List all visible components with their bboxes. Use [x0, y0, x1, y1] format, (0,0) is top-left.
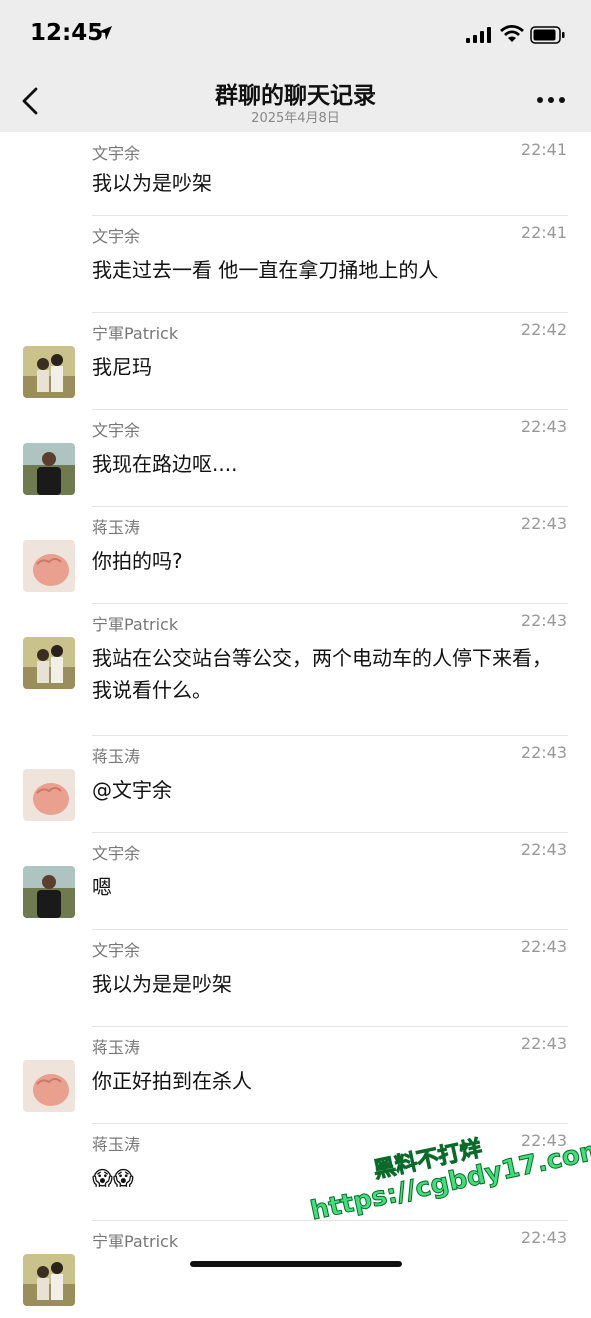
- sender-name: 文宇余: [92, 144, 141, 163]
- chat-message[interactable]: 宁軍Patrick 22:42 我尼玛: [0, 313, 591, 410]
- message-text: 你拍的吗?: [92, 549, 183, 573]
- message-text: 你正好拍到在杀人: [92, 1069, 252, 1093]
- message-time: 22:41: [520, 140, 567, 159]
- message-time: 22:43: [520, 840, 567, 859]
- message-text: 我走过去一看 他一直在拿刀捅地上的人: [92, 258, 439, 282]
- message-text: 我现在路边呕....: [92, 452, 238, 476]
- message-time: 22:43: [520, 743, 567, 762]
- message-time: 22:43: [520, 1228, 567, 1247]
- sender-name: 文宇余: [92, 421, 141, 440]
- chat-message[interactable]: 文宇余 22:41 我以为是吵架: [0, 132, 591, 216]
- location-arrow-icon: [98, 26, 112, 40]
- sender-name: 蒋玉涛: [92, 1038, 141, 1057]
- sender-name: 宁軍Patrick: [92, 1232, 179, 1251]
- chat-message[interactable]: 蒋玉涛 22:43 @文宇余: [0, 736, 591, 833]
- sender-name: 文宇余: [92, 941, 141, 960]
- avatar-couple-photo[interactable]: [23, 346, 75, 398]
- message-text: 我以为是是吵架: [92, 972, 232, 996]
- chat-message[interactable]: 文宇余 22:43 我以为是是吵架: [0, 930, 591, 1027]
- avatar-couple-photo[interactable]: [23, 637, 75, 689]
- chat-message[interactable]: 文宇余 22:43 嗯: [0, 833, 591, 930]
- message-text: @文宇余: [92, 778, 172, 802]
- chat-message[interactable]: 文宇余 22:43 我现在路边呕....: [0, 410, 591, 507]
- sender-name: 蒋玉涛: [92, 747, 141, 766]
- home-indicator[interactable]: [190, 1261, 402, 1267]
- sender-name: 宁軍Patrick: [92, 615, 179, 634]
- sender-name: 文宇余: [92, 227, 141, 246]
- sender-name: 宁軍Patrick: [92, 324, 179, 343]
- message-text: 我以为是吵架: [92, 171, 212, 195]
- sender-name: 蒋玉涛: [92, 1135, 141, 1154]
- cellular-signal-icon: [466, 27, 491, 43]
- chat-message[interactable]: 宁軍Patrick 22:43 我站在公交站台等公交，两个电动车的人停下来看，我…: [0, 604, 591, 736]
- sender-name: 蒋玉涛: [92, 518, 141, 537]
- chat-message[interactable]: 宁軍Patrick 22:43: [0, 1221, 591, 1318]
- page-subtitle-date: 2025年4月8日: [251, 111, 340, 126]
- message-time: 22:43: [520, 611, 567, 630]
- chat-message[interactable]: 蒋玉涛 22:43 你拍的吗?: [0, 507, 591, 604]
- wifi-icon: [500, 25, 524, 42]
- avatar-baby-fist[interactable]: [23, 540, 75, 592]
- chat-message[interactable]: 文宇余 22:41 我走过去一看 他一直在拿刀捅地上的人: [0, 216, 591, 313]
- avatar-baby-fist[interactable]: [23, 769, 75, 821]
- more-options-icon[interactable]: [536, 94, 566, 106]
- message-time: 22:43: [520, 1034, 567, 1053]
- avatar-man-photo[interactable]: [23, 866, 75, 918]
- navigation-bar: 群聊的聊天记录 2025年4月8日: [0, 70, 591, 132]
- page-title: 群聊的聊天记录: [215, 83, 376, 109]
- status-time: 12:45: [30, 20, 104, 46]
- message-time: 22:43: [520, 417, 567, 436]
- avatar-man-photo[interactable]: [23, 443, 75, 495]
- message-text: 我尼玛: [92, 355, 152, 379]
- message-text: 嗯: [92, 875, 112, 899]
- message-time: 22:43: [520, 514, 567, 533]
- avatar-couple-photo[interactable]: [23, 1254, 75, 1306]
- message-time: 22:41: [520, 223, 567, 242]
- message-text: 我站在公交站台等公交，两个电动车的人停下来看，我说看什么。: [92, 646, 552, 702]
- battery-icon: [530, 26, 565, 44]
- status-bar: 12:45: [0, 0, 591, 70]
- chat-message[interactable]: 蒋玉涛 22:43 你正好拍到在杀人: [0, 1027, 591, 1124]
- sender-name: 文宇余: [92, 844, 141, 863]
- message-time: 22:43: [520, 937, 567, 956]
- avatar-baby-fist[interactable]: [23, 1060, 75, 1112]
- message-time: 22:42: [520, 320, 567, 339]
